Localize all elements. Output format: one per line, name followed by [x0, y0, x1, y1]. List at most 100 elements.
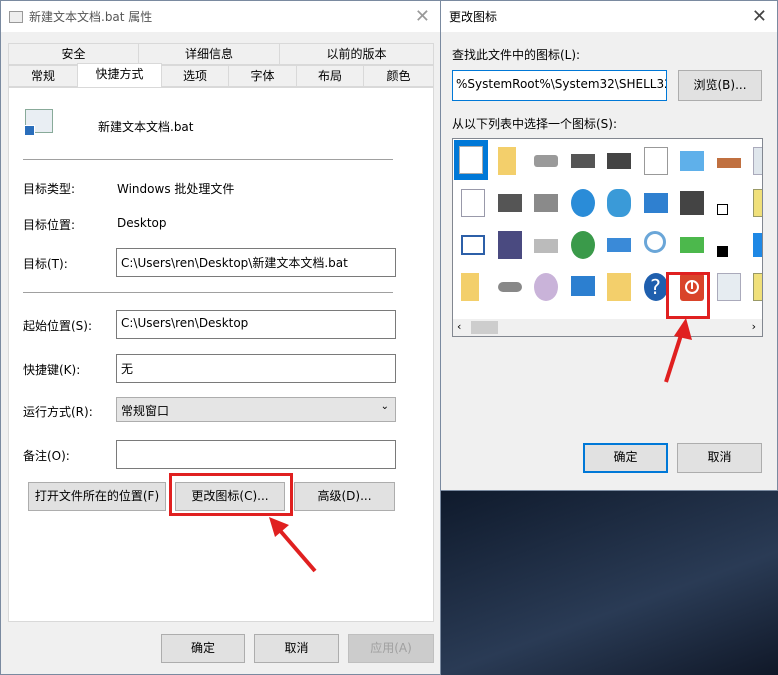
- floppy-drive-glyph: [497, 194, 522, 212]
- close-icon[interactable]: ✕: [415, 6, 430, 27]
- green-arrow-icon[interactable]: [677, 230, 707, 260]
- folder-icon[interactable]: [458, 272, 488, 302]
- tab-previous-versions[interactable]: 以前的版本: [279, 43, 434, 65]
- tab-colors[interactable]: 颜色: [363, 65, 434, 87]
- icon-list[interactable]: ‹ › ?: [452, 138, 763, 337]
- open-file-location-button[interactable]: 打开文件所在的位置(F): [28, 482, 166, 511]
- globe-mouse-icon[interactable]: [568, 230, 598, 260]
- monitor-moon-icon[interactable]: [677, 188, 707, 218]
- target-label: 目标(T):: [23, 257, 68, 271]
- run-select[interactable]: 常规窗口 ⌄: [116, 397, 396, 422]
- file-name: 新建文本文档.bat: [98, 120, 194, 134]
- control-panel-glyph: [643, 193, 668, 213]
- ok-button[interactable]: 确定: [161, 634, 245, 663]
- desktop-background: [440, 490, 778, 675]
- tab-details[interactable]: 详细信息: [138, 43, 280, 65]
- advanced-button[interactable]: 高级(D)...: [294, 482, 395, 511]
- drive-flat-icon[interactable]: [495, 272, 525, 302]
- cancel-button[interactable]: 取消: [254, 634, 339, 663]
- network-glyph: [607, 238, 631, 252]
- chevron-down-icon: ⌄: [380, 401, 389, 412]
- cd-drive-icon[interactable]: [531, 272, 561, 302]
- window-glyph: [461, 235, 485, 255]
- control-panel-icon[interactable]: [641, 188, 671, 218]
- hand-icon[interactable]: [714, 146, 744, 176]
- ie-globe-icon[interactable]: [568, 188, 598, 218]
- doc-clock-icon[interactable]: [641, 146, 671, 176]
- tab-shortcut[interactable]: 快捷方式: [77, 63, 162, 87]
- chip-icon[interactable]: [568, 146, 598, 176]
- dialog-title: 新建文本文档.bat 属性: [29, 10, 153, 24]
- target-location-value: Desktop: [117, 216, 167, 230]
- drive-flat-glyph: [497, 282, 522, 292]
- magnifier-icon[interactable]: [641, 230, 671, 260]
- shortcut-arrow-icon[interactable]: [714, 188, 744, 218]
- text-doc-icon[interactable]: [458, 188, 488, 218]
- tab-layout[interactable]: 布局: [296, 65, 364, 87]
- dialog-title: 更改图标: [449, 10, 498, 24]
- ie-globe-glyph: [570, 189, 595, 217]
- overlay-clock-icon[interactable]: [714, 230, 744, 260]
- recycle-empty-icon[interactable]: [714, 272, 744, 302]
- blue-square-glyph: [753, 233, 762, 257]
- recycle-full-glyph: [753, 147, 762, 175]
- icon-path-input[interactable]: %SystemRoot%\System32\SHELL32.: [452, 70, 667, 101]
- icon-ok-button[interactable]: 确定: [583, 443, 668, 473]
- grid-folder-icon[interactable]: [604, 272, 634, 302]
- drive-icon[interactable]: [531, 146, 561, 176]
- tab-security[interactable]: 安全: [8, 43, 139, 65]
- browse-button[interactable]: 浏览(B)...: [678, 70, 762, 101]
- recycle-full-icon[interactable]: [750, 146, 762, 176]
- floppy-h-icon[interactable]: [495, 230, 525, 260]
- drive-glyph: [534, 155, 558, 167]
- printer-icon[interactable]: [604, 146, 634, 176]
- tab-options[interactable]: 选项: [161, 65, 229, 87]
- network-drive-icon[interactable]: [531, 188, 561, 218]
- properties-dialog: 新建文本文档.bat 属性 ✕ 安全 详细信息 以前的版本 常规 选项 字体 布…: [0, 0, 441, 675]
- horizontal-scrollbar[interactable]: ‹ ›: [453, 319, 762, 336]
- hotkey-input[interactable]: 无: [116, 354, 396, 383]
- chip-glyph: [570, 154, 595, 168]
- globe-monitor-glyph: [607, 189, 631, 217]
- network-icon[interactable]: [604, 230, 634, 260]
- drive-x-icon[interactable]: [531, 230, 561, 260]
- scroll-right-icon[interactable]: ›: [752, 320, 756, 333]
- folder-icon[interactable]: [495, 146, 525, 176]
- target-type-label: 目标类型:: [23, 182, 76, 196]
- title-bar: 更改图标: [441, 1, 777, 32]
- network-folder-icon[interactable]: [750, 188, 762, 218]
- tools-folder-icon[interactable]: [750, 272, 762, 302]
- highlight-box: [169, 473, 293, 516]
- printer-glyph: [607, 153, 631, 169]
- start-in-input[interactable]: C:\Users\ren\Desktop: [116, 310, 396, 339]
- monitor-glyph: [570, 276, 595, 296]
- file-icon: [24, 109, 53, 136]
- blue-square-icon[interactable]: [750, 230, 762, 260]
- apply-button[interactable]: 应用(A): [348, 634, 434, 663]
- target-input[interactable]: C:\Users\ren\Desktop\新建文本文档.bat: [116, 248, 396, 277]
- tab-font[interactable]: 字体: [228, 65, 297, 87]
- floppy-h-glyph: [497, 231, 522, 259]
- start-in-label: 起始位置(S):: [23, 319, 93, 333]
- close-icon[interactable]: ✕: [752, 6, 767, 27]
- display-glyph: [680, 151, 704, 171]
- icon-cancel-button[interactable]: 取消: [677, 443, 762, 473]
- scroll-left-icon[interactable]: ‹: [457, 320, 461, 333]
- divider: [23, 292, 393, 293]
- window-icon[interactable]: [458, 230, 488, 260]
- display-icon[interactable]: [677, 146, 707, 176]
- floppy-drive-icon[interactable]: [495, 188, 525, 218]
- comment-input[interactable]: [116, 440, 396, 469]
- folder-glyph: [461, 273, 479, 301]
- shortcut-icon: [9, 10, 23, 23]
- green-arrow-glyph: [680, 237, 704, 253]
- globe-mouse-glyph: [570, 231, 595, 259]
- globe-monitor-icon[interactable]: [604, 188, 634, 218]
- cd-drive-glyph: [534, 273, 558, 301]
- run-label: 运行方式(R):: [23, 405, 93, 419]
- tab-general[interactable]: 常规: [8, 65, 78, 87]
- title-bar: 新建文本文档.bat 属性: [1, 1, 440, 32]
- monitor-icon[interactable]: [568, 272, 598, 302]
- document-icon[interactable]: [454, 140, 488, 180]
- scroll-thumb[interactable]: [471, 321, 498, 334]
